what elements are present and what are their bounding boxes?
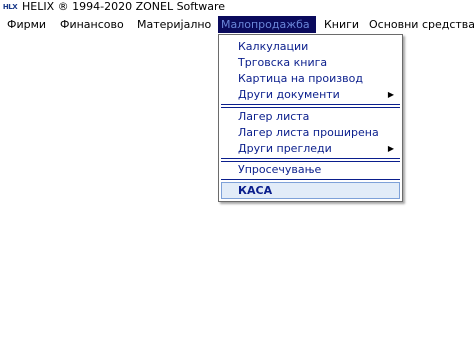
window-title: HELIX ® 1994-2020 ZONEL Software [22,0,226,13]
menu-item-kasa[interactable]: КАСА [221,182,400,199]
menu-item-uprosechuvanje[interactable]: Упросечување [219,162,402,178]
maloprodazba-dropdown: Калкулации Трговска книга Картица на про… [218,34,403,202]
title-bar: HLX HELIX ® 1994-2020 ZONEL Software [0,0,475,14]
menu-materijalno[interactable]: Материјално [134,16,214,33]
menu-item-label: Лагер листа проширена [238,126,379,139]
menu-item-label: Трговска книга [238,56,328,69]
menu-item-label: Лагер листа [238,110,310,123]
menu-item-label: Други прегледи [238,142,332,155]
submenu-arrow-icon: ▶ [387,90,394,99]
menu-item-label: Упросечување [238,163,322,176]
menu-item-label: КАСА [238,184,273,197]
menu-firmi[interactable]: Фирми [4,16,49,33]
menu-bar: Фирми Финансово Материјално Малопродажба… [0,16,475,33]
menu-item-label: Картица на производ [238,72,363,85]
menu-item-label: Калкулации [238,40,309,53]
menu-item-kartica-na-proizvod[interactable]: Картица на производ [219,71,402,87]
submenu-arrow-icon: ▶ [387,144,394,153]
menu-item-label: Други документи [238,88,340,101]
menu-maloprodazba[interactable]: Малопродажба [218,16,316,33]
menu-separator [221,104,400,108]
menu-item-lager-lista[interactable]: Лагер листа [219,109,402,125]
menu-item-drugi-dokumenti[interactable]: Други документи ▶ [219,87,402,103]
app-logo-icon: HLX [2,2,18,11]
menu-item-drugi-pregledi[interactable]: Други прегледи ▶ [219,141,402,157]
menu-knigi[interactable]: Книги [321,16,362,33]
menu-osnovni-sredstva[interactable]: Основни средства [366,16,475,33]
menu-item-trgovska-kniga[interactable]: Трговска книга [219,55,402,71]
menu-item-lager-lista-proshirena[interactable]: Лагер листа проширена [219,125,402,141]
menu-item-kalkulacii[interactable]: Калкулации [219,39,402,55]
menu-finansovo[interactable]: Финансово [57,16,127,33]
